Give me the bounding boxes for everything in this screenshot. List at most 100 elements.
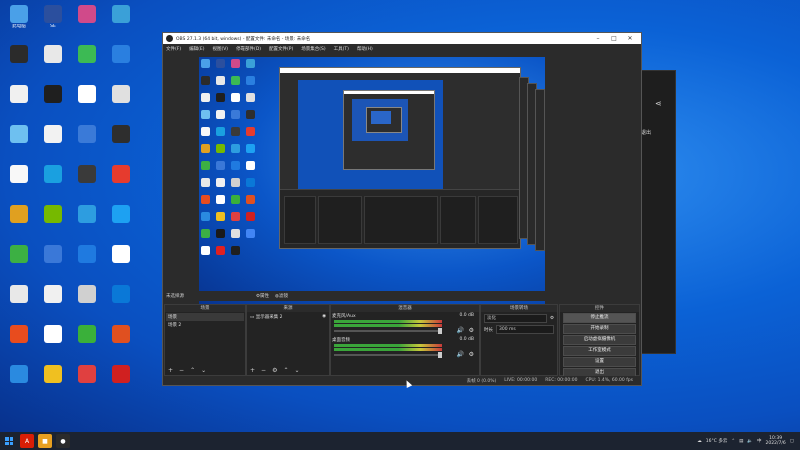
desktop-icon[interactable] bbox=[104, 122, 138, 160]
menu-item[interactable]: 停靠部件(D) bbox=[236, 46, 261, 52]
folder-icon[interactable]: ■ bbox=[38, 434, 52, 448]
background-app-window[interactable]: ⋖ 退出 bbox=[636, 70, 676, 354]
start-button[interactable] bbox=[0, 432, 18, 450]
slider-handle[interactable] bbox=[438, 352, 442, 358]
slider-handle[interactable] bbox=[438, 328, 442, 334]
desktop-icon[interactable] bbox=[104, 202, 138, 240]
move-up-icon[interactable]: ⌃ bbox=[190, 367, 195, 374]
visibility-eye-icon[interactable]: ◉ bbox=[322, 314, 326, 319]
desktop-icon[interactable] bbox=[36, 162, 70, 200]
clock[interactable]: 10:39 2022/7/6 bbox=[766, 436, 786, 446]
speaker-icon[interactable]: 🔊 bbox=[457, 351, 464, 358]
speaker-icon[interactable]: 🔊 bbox=[457, 327, 464, 334]
desktop-icon[interactable] bbox=[70, 162, 104, 200]
properties-button[interactable]: ⚙属性 bbox=[256, 293, 269, 299]
volume-icon[interactable]: 🔈 bbox=[747, 439, 753, 444]
stop-streaming-button[interactable]: 停止推流 bbox=[563, 313, 636, 323]
source-settings-icon[interactable]: ⚙ bbox=[272, 367, 277, 374]
desktop-icon[interactable] bbox=[2, 122, 36, 160]
desktop-icon[interactable] bbox=[36, 202, 70, 240]
desktop-icon[interactable] bbox=[36, 42, 70, 80]
desktop-icon[interactable] bbox=[36, 322, 70, 360]
desktop-icon[interactable] bbox=[104, 242, 138, 280]
desktop-icon[interactable] bbox=[2, 322, 36, 360]
desktop-icon[interactable] bbox=[70, 242, 104, 280]
app-icon bbox=[112, 165, 130, 183]
desktop-icon[interactable] bbox=[2, 282, 36, 320]
desktop-icon[interactable] bbox=[104, 162, 138, 200]
menu-item[interactable]: 视图(V) bbox=[212, 46, 228, 52]
add-source-icon[interactable]: + bbox=[250, 367, 255, 374]
share-icon[interactable]: ⋖ bbox=[655, 99, 662, 108]
weather-icon[interactable]: ☁ bbox=[697, 439, 702, 444]
desktop-icon[interactable] bbox=[36, 362, 70, 400]
menu-item[interactable]: 文件(F) bbox=[166, 46, 181, 52]
notification-icon[interactable]: ▢ bbox=[790, 439, 794, 444]
desktop-icon[interactable] bbox=[70, 82, 104, 120]
desktop-icon[interactable] bbox=[2, 242, 36, 280]
obs-preview[interactable] bbox=[199, 57, 545, 307]
menu-item[interactable]: 工具(T) bbox=[334, 46, 349, 52]
menu-item[interactable]: 配置文件(P) bbox=[269, 46, 293, 52]
desktop-icon[interactable] bbox=[104, 82, 138, 120]
obs-icon[interactable]: ● bbox=[56, 434, 70, 448]
desktop-icon[interactable] bbox=[2, 42, 36, 80]
menu-item[interactable]: 编辑(E) bbox=[189, 46, 204, 52]
desktop-icon[interactable] bbox=[104, 322, 138, 360]
desktop-icon[interactable] bbox=[70, 282, 104, 320]
desktop-icon[interactable] bbox=[70, 362, 104, 400]
studio-mode-button[interactable]: 工作室模式 bbox=[563, 346, 636, 356]
desktop-icon[interactable] bbox=[2, 82, 36, 120]
desktop-icon[interactable]: 此电脑 bbox=[2, 2, 36, 40]
move-down-icon[interactable]: ⌄ bbox=[294, 367, 299, 374]
chevron-up-icon[interactable]: ⌃ bbox=[731, 439, 735, 444]
desktop-icon[interactable] bbox=[36, 122, 70, 160]
duration-input[interactable]: 300 ms bbox=[496, 325, 554, 334]
menu-item[interactable]: 帮助(H) bbox=[357, 46, 373, 52]
filters-button[interactable]: ◍滤镜 bbox=[275, 293, 288, 299]
menu-item[interactable]: 场景集合(S) bbox=[301, 46, 325, 52]
settings-button[interactable]: 设置 bbox=[563, 357, 636, 367]
weather-text[interactable]: 16°C 多云 bbox=[706, 438, 728, 444]
source-item[interactable]: ▭ 显示器采集 2 ◉ bbox=[248, 313, 328, 321]
desktop-icon[interactable] bbox=[104, 42, 138, 80]
channel-settings-icon[interactable]: ⚙ bbox=[469, 351, 474, 358]
desktop-icon[interactable] bbox=[70, 322, 104, 360]
move-down-icon[interactable]: ⌄ bbox=[201, 367, 206, 374]
remove-source-icon[interactable]: − bbox=[261, 367, 266, 374]
ime-icon[interactable]: 中 bbox=[757, 438, 762, 444]
add-scene-icon[interactable]: + bbox=[168, 367, 173, 374]
desktop-icon[interactable] bbox=[70, 2, 104, 40]
desktop-icon[interactable] bbox=[2, 362, 36, 400]
desktop-icon[interactable] bbox=[36, 282, 70, 320]
scene-item[interactable]: 场景 bbox=[166, 313, 244, 321]
volume-slider[interactable] bbox=[334, 352, 442, 358]
desktop-icon[interactable] bbox=[70, 202, 104, 240]
desktop-icon[interactable] bbox=[104, 282, 138, 320]
desktop-icon[interactable] bbox=[2, 162, 36, 200]
transition-select[interactable]: 淡化 bbox=[484, 314, 547, 323]
scene-item[interactable]: 场景 2 bbox=[166, 321, 244, 329]
close-button[interactable]: ✕ bbox=[622, 35, 638, 42]
acrobat-icon[interactable]: A bbox=[20, 434, 34, 448]
volume-slider[interactable] bbox=[334, 328, 442, 334]
desktop-icon[interactable] bbox=[36, 242, 70, 280]
move-up-icon[interactable]: ⌃ bbox=[283, 367, 288, 374]
background-exit-label[interactable]: 退出 bbox=[641, 129, 651, 136]
start-virtual-camera-button[interactable]: 启动虚拟摄像机 bbox=[563, 335, 636, 345]
transition-settings-icon[interactable]: ⚙ bbox=[550, 316, 554, 321]
network-icon[interactable]: ▤ bbox=[739, 439, 743, 444]
desktop-icon[interactable] bbox=[36, 82, 70, 120]
preview-icon bbox=[216, 212, 225, 221]
desktop-icon[interactable]: SE bbox=[36, 2, 70, 40]
desktop-icon[interactable] bbox=[70, 122, 104, 160]
channel-settings-icon[interactable]: ⚙ bbox=[469, 327, 474, 334]
remove-scene-icon[interactable]: − bbox=[179, 367, 184, 374]
desktop-icon[interactable] bbox=[104, 2, 138, 40]
maximize-button[interactable]: □ bbox=[606, 35, 622, 42]
desktop-icon[interactable] bbox=[104, 362, 138, 400]
desktop-icon[interactable] bbox=[2, 202, 36, 240]
desktop-icon[interactable] bbox=[70, 42, 104, 80]
start-recording-button[interactable]: 开始录制 bbox=[563, 324, 636, 334]
minimize-button[interactable]: – bbox=[590, 35, 606, 42]
